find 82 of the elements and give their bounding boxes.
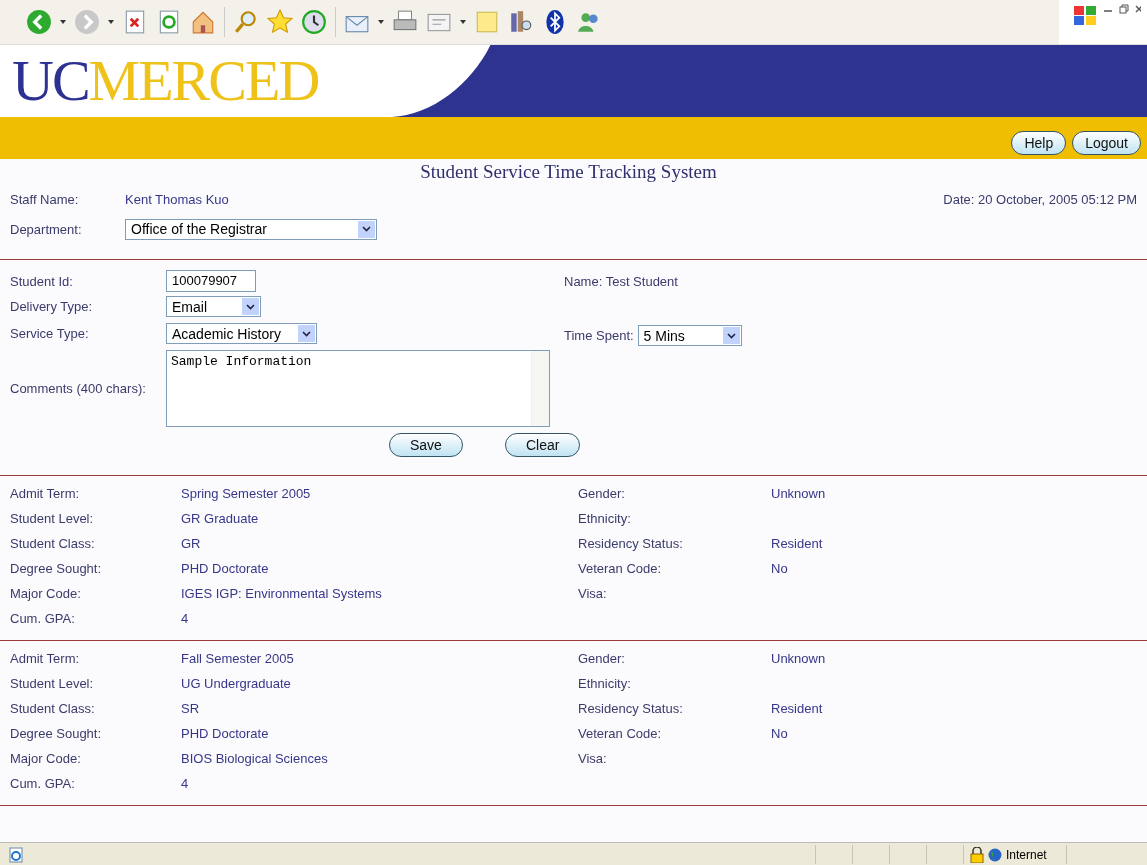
field-value: Fall Semester 2005 bbox=[181, 651, 295, 668]
dropdown-caret-icon[interactable] bbox=[108, 20, 114, 24]
field-label: Major Code: bbox=[10, 751, 82, 768]
field-label: Gender: bbox=[578, 651, 626, 668]
home-icon[interactable] bbox=[190, 9, 216, 35]
field-label: Student Class: bbox=[10, 536, 96, 553]
field-label: Service Type: bbox=[10, 326, 90, 341]
chevron-down-icon[interactable] bbox=[726, 332, 736, 339]
field-label: Delivery Type: bbox=[10, 299, 94, 314]
header-button[interactable]: Help bbox=[1011, 131, 1067, 155]
history-icon[interactable] bbox=[301, 9, 327, 35]
restore-icon[interactable] bbox=[1119, 4, 1129, 14]
field-label: Veteran Code: bbox=[578, 726, 663, 743]
field-value: Unknown bbox=[771, 486, 827, 503]
field-label: Visa: bbox=[578, 586, 608, 603]
page-title: Student Service Time Tracking System bbox=[419, 160, 718, 183]
close-icon[interactable] bbox=[1135, 4, 1141, 14]
field-value: 4 bbox=[181, 611, 190, 628]
field-label: Time Spent: bbox=[564, 328, 634, 343]
field-label: Student Id: bbox=[10, 273, 74, 289]
date-text: Date: 20 October, 2005 05:12 PM bbox=[943, 192, 1137, 207]
field-value: GR Graduate bbox=[181, 511, 260, 528]
comments-field[interactable]: Sample Information bbox=[166, 350, 550, 427]
dropdown-caret-icon[interactable] bbox=[460, 20, 466, 24]
chevron-down-icon[interactable] bbox=[302, 330, 311, 337]
form-button[interactable]: Clear bbox=[504, 433, 581, 457]
field-label: Staff Name: bbox=[10, 192, 80, 207]
field-value: PHD Doctorate bbox=[181, 726, 270, 743]
field-label: Ethnicity: bbox=[578, 511, 632, 528]
field-value: Spring Semester 2005 bbox=[181, 486, 312, 503]
field-value: PHD Doctorate bbox=[181, 561, 270, 578]
field-label: Visa: bbox=[578, 751, 608, 768]
logo: UCMERCED bbox=[11, 47, 320, 115]
field-value: BIOS Biological Sciences bbox=[181, 751, 329, 768]
chevron-down-icon[interactable] bbox=[246, 303, 255, 310]
field-label: Student Level: bbox=[10, 511, 95, 528]
field-value: No bbox=[771, 726, 789, 743]
field-label: Admit Term: bbox=[10, 486, 81, 503]
field-value: GR bbox=[181, 536, 202, 553]
field-label: Cum. GPA: bbox=[10, 611, 76, 628]
field-label: Admit Term: bbox=[10, 651, 81, 668]
field-value: UG Undergraduate bbox=[181, 676, 292, 693]
field-value: 4 bbox=[181, 776, 190, 793]
field-label: Cum. GPA: bbox=[10, 776, 76, 793]
dropdown-caret-icon[interactable] bbox=[60, 20, 66, 24]
field-value: SR bbox=[181, 701, 201, 718]
field-label: Degree Sought: bbox=[10, 561, 103, 578]
department-select[interactable]: Office of the Registrar bbox=[125, 218, 377, 240]
field-label: Department: bbox=[10, 221, 83, 237]
header-button[interactable]: Logout bbox=[1072, 131, 1141, 155]
field-label: Gender: bbox=[578, 486, 626, 503]
delivery-type-select[interactable]: Email bbox=[166, 296, 261, 317]
student-name: Name: Test Student bbox=[564, 273, 679, 289]
field-label: Comments (400 chars): bbox=[10, 381, 147, 396]
time-spent-select[interactable]: 5 Mins bbox=[637, 325, 742, 346]
field-label: Ethnicity: bbox=[578, 676, 632, 693]
globe-icon bbox=[988, 847, 1002, 862]
form-button[interactable]: Save bbox=[389, 433, 463, 457]
field-value: Resident bbox=[771, 701, 824, 718]
student-id-field[interactable]: 100079907 bbox=[166, 270, 256, 292]
books-icon[interactable] bbox=[508, 9, 534, 35]
service-type-select[interactable]: Academic History bbox=[166, 323, 317, 344]
star-icon[interactable] bbox=[267, 9, 293, 35]
field-label: Major Code: bbox=[10, 586, 82, 603]
field-label: Veteran Code: bbox=[578, 561, 663, 578]
field-value: Resident bbox=[771, 536, 824, 553]
field-value: IGES IGP: Environmental Systems bbox=[181, 586, 383, 603]
dropdown-caret-icon[interactable] bbox=[378, 20, 384, 24]
chevron-down-icon[interactable] bbox=[362, 226, 371, 232]
field-label: Student Class: bbox=[10, 701, 96, 718]
windows-flag-icon bbox=[1073, 4, 1097, 26]
lock-icon bbox=[970, 846, 984, 863]
security-zone: Internet bbox=[1006, 847, 1047, 862]
staff-name: Kent Thomas Kuo bbox=[125, 192, 229, 207]
field-value: Unknown bbox=[771, 651, 827, 668]
field-label: Degree Sought: bbox=[10, 726, 103, 743]
field-label: Residency Status: bbox=[578, 536, 684, 553]
field-value: No bbox=[771, 561, 789, 578]
search-icon[interactable] bbox=[233, 9, 259, 35]
field-label: Student Level: bbox=[10, 676, 95, 693]
field-label: Residency Status: bbox=[578, 701, 684, 718]
page-icon bbox=[8, 846, 24, 863]
